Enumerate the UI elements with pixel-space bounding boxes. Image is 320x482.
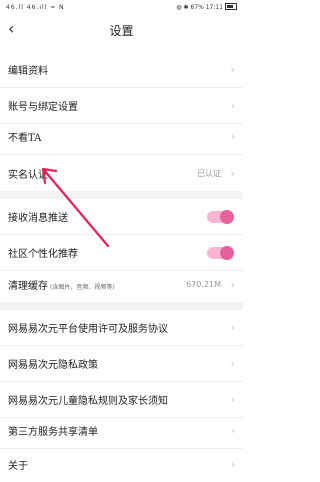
real-name-status: 已认证 [197,168,221,178]
settings-item-label: 网易易次元平台使用许可及服务协议 [8,324,168,335]
settings-item-real-name[interactable]: 实名认证 已认证 › [0,155,243,191]
chevron-right-icon: › [230,63,235,76]
settings-item-label: 接收消息推送 [8,213,68,224]
chevron-right-icon: › [230,393,235,406]
settings-item-service-agreement[interactable]: 网易易次元平台使用许可及服务协议 › [0,310,243,346]
chevron-right-icon: › [230,457,235,471]
personalized-toggle[interactable] [207,245,234,260]
clear-cache-note: (含图片、音频、视频等) [50,283,115,291]
chevron-right-icon: › [230,166,235,180]
chevron-right-icon: › [230,357,235,370]
battery-icon [225,3,237,10]
page-title: 设置 [109,24,134,38]
chevron-right-icon: › [230,321,235,334]
chevron-right-icon: › [230,99,235,112]
push-toggle[interactable] [207,209,234,224]
settings-item-block-ta[interactable]: 不看TA › [0,119,243,155]
settings-item-label: 网易易次元隐私政策 [8,360,98,371]
section-divider [0,191,243,199]
settings-item-third-party[interactable]: 第三方服务共享清单 › [0,413,243,449]
chevron-right-icon: › [230,424,235,437]
chevron-right-icon: › [230,130,235,143]
settings-item-label: 清理缓存 (含图片、音频、视频等) [8,280,115,292]
settings-item-edit-profile[interactable]: 编辑资料 › [0,52,243,88]
settings-item-about[interactable]: 关于 › [0,446,243,482]
settings-item-label: 网易易次元儿童隐私规则及家长须知 [8,396,168,407]
settings-item-label: 社区个性化推荐 [8,249,78,260]
cache-size: 670.21M [186,279,221,289]
settings-item-push: 接收消息推送 [0,199,243,235]
signal-wifi-status: 46.ll 46.ıll ≈ N [6,4,65,11]
settings-item-label: 第三方服务共享清单 [8,427,98,438]
settings-item-label: 关于 [8,460,28,472]
settings-item-label: 编辑资料 [8,66,48,77]
status-bar: 46.ll 46.ıll ≈ N ◍ ✱ 67% 17:11 [0,0,243,16]
settings-item-label: 实名认证 [8,169,48,181]
section-divider [0,302,243,310]
settings-item-privacy[interactable]: 网易易次元隐私政策 › [0,346,243,382]
settings-item-clear-cache[interactable]: 清理缓存 (含图片、音频、视频等) 670.21M › [0,266,243,302]
toggle-knob [220,209,234,224]
chevron-right-icon: › [230,277,235,291]
settings-item-label: 不看TA [8,133,42,144]
settings-item-label: 账号与绑定设置 [8,102,78,113]
battery-time-status: ◍ ✱ 67% 17:11 [176,3,237,11]
toggle-knob [220,245,234,260]
header: ‹ 设置 [0,16,243,44]
